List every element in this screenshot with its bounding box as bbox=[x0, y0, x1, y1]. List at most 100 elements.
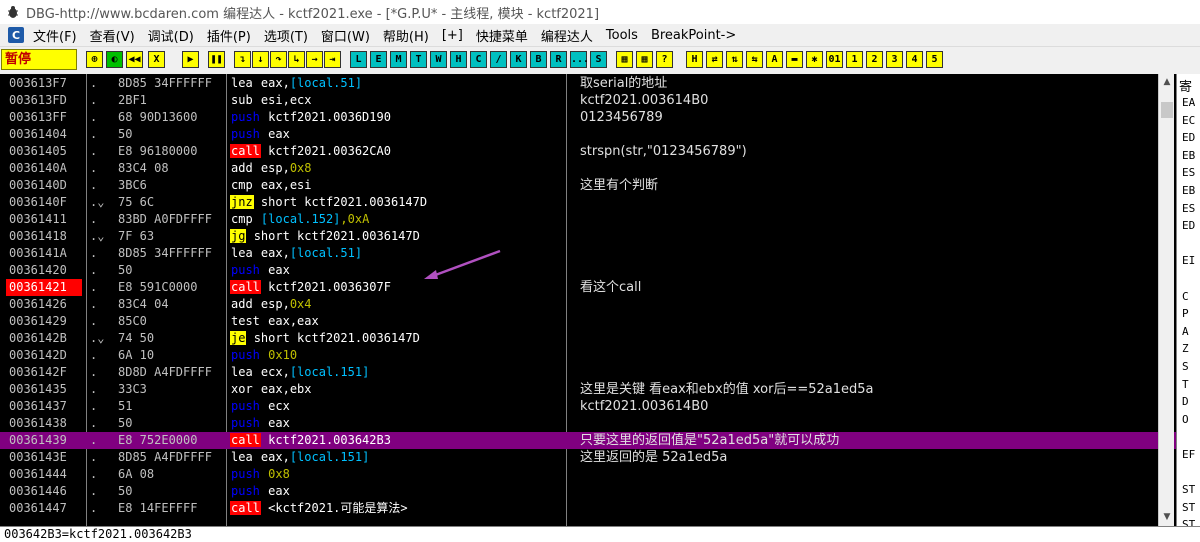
hex-dump-cell[interactable]: 33C3 bbox=[118, 381, 224, 398]
address-cell[interactable]: 00361446 bbox=[6, 483, 82, 500]
disasm-row[interactable]: 00361437. 51 push ecx kctf2021.003614B0 bbox=[0, 398, 1176, 415]
hex-dump-cell[interactable]: 75 6C bbox=[118, 194, 224, 211]
register-label[interactable]: ST bbox=[1182, 501, 1195, 514]
disassembly-cell[interactable]: push eax bbox=[230, 483, 566, 500]
register-label[interactable]: Z bbox=[1182, 342, 1189, 355]
register-label[interactable]: EC bbox=[1182, 114, 1195, 127]
toolbar-button-6[interactable]: ↴ bbox=[234, 51, 251, 68]
disasm-row[interactable]: 00361439. E8 752E0000 call kctf2021.003642… bbox=[0, 432, 1176, 449]
disassembly-cell[interactable]: cmp eax,esi bbox=[230, 177, 566, 194]
disassembly-cell[interactable]: call kctf2021.003642B3 bbox=[230, 432, 566, 449]
comment-cell[interactable]: kctf2021.003614B0 bbox=[580, 92, 1176, 109]
register-label[interactable]: ST bbox=[1182, 483, 1195, 496]
hex-dump-cell[interactable]: 6A 10 bbox=[118, 347, 224, 364]
toolbar-button-11[interactable]: ⇥ bbox=[324, 51, 341, 68]
toolbar-button-40[interactable]: 5 bbox=[926, 51, 943, 68]
toolbar-button-37[interactable]: 2 bbox=[866, 51, 883, 68]
address-cell[interactable]: 00361426 bbox=[6, 296, 82, 313]
disasm-row[interactable]: 00361444. 6A 08 push 0x8 bbox=[0, 466, 1176, 483]
address-cell[interactable]: 00361435 bbox=[6, 381, 82, 398]
menu-help[interactable]: 帮助(H) bbox=[380, 26, 439, 45]
register-label[interactable]: ED bbox=[1182, 219, 1195, 232]
register-label[interactable]: C bbox=[1182, 290, 1189, 303]
register-label[interactable]: EB bbox=[1182, 184, 1195, 197]
disassembly-cell[interactable]: push eax bbox=[230, 262, 566, 279]
address-cell[interactable]: 0036141A bbox=[6, 245, 82, 262]
address-cell[interactable]: 00361444 bbox=[6, 466, 82, 483]
register-label[interactable]: A bbox=[1182, 325, 1189, 338]
disasm-row[interactable]: 00361429. 85C0 test eax,eax bbox=[0, 313, 1176, 330]
toolbar-button-3[interactable]: X bbox=[148, 51, 165, 68]
disasm-row[interactable]: 00361447. E8 14FEFFFF call <kctf2021.可能是算法… bbox=[0, 500, 1176, 517]
hex-dump-cell[interactable]: 50 bbox=[118, 126, 224, 143]
address-cell[interactable]: 003613FD bbox=[6, 92, 82, 109]
disasm-row[interactable]: 0036140A. 83C4 08 add esp,0x8 bbox=[0, 160, 1176, 177]
disasm-row[interactable]: 00361426. 83C4 04 add esp,0x4 bbox=[0, 296, 1176, 313]
disasm-row-partial[interactable] bbox=[0, 517, 1176, 526]
disassembly-cell[interactable]: je short kctf2021.0036147D bbox=[230, 330, 566, 347]
disassembly-cell[interactable]: push kctf2021.0036D190 bbox=[230, 109, 566, 126]
disasm-row[interactable]: 00361418 .⌄ 7F 63 jg short kctf2021.0036147… bbox=[0, 228, 1176, 245]
register-label[interactable]: ED bbox=[1182, 131, 1195, 144]
register-label[interactable]: EF bbox=[1182, 448, 1195, 461]
toolbar-button-7[interactable]: ↓ bbox=[252, 51, 269, 68]
disassembly-cell[interactable]: lea ecx,[local.151] bbox=[230, 364, 566, 381]
comment-cell[interactable]: 只要这里的返回值是"52a1ed5a"就可以成功 bbox=[580, 432, 1176, 449]
toolbar-button-12[interactable]: L bbox=[350, 51, 367, 68]
disasm-row[interactable]: 0036142D. 6A 10 push 0x10 bbox=[0, 347, 1176, 364]
hex-dump-cell[interactable]: 8D8D A4FDFFFF bbox=[118, 364, 224, 381]
toolbar-button-0[interactable]: ⊕ bbox=[86, 51, 103, 68]
disassembly-cell[interactable]: lea eax,[local.151] bbox=[230, 449, 566, 466]
register-label[interactable]: EA bbox=[1182, 96, 1195, 109]
toolbar-button-8[interactable]: ↷ bbox=[270, 51, 287, 68]
disassembly-cell[interactable]: jg short kctf2021.0036147D bbox=[230, 228, 566, 245]
menu-window[interactable]: 窗口(W) bbox=[318, 26, 380, 45]
address-cell[interactable]: 003613F7 bbox=[6, 75, 82, 92]
toolbar-button-1[interactable]: ◐ bbox=[106, 51, 123, 68]
toolbar-button-34[interactable]: ✱ bbox=[806, 51, 823, 68]
address-cell[interactable]: 0036142F bbox=[6, 364, 82, 381]
menu-debug[interactable]: 调试(D) bbox=[145, 26, 204, 45]
vertical-scrollbar[interactable]: ▲ ▼ bbox=[1158, 74, 1174, 526]
address-cell[interactable]: 0036143E bbox=[6, 449, 82, 466]
disasm-row[interactable]: 003613FF. 68 90D13600 push kctf2021.0036D1… bbox=[0, 109, 1176, 126]
disassembly-cell[interactable]: call kctf2021.00362CA0 bbox=[230, 143, 566, 160]
disassembly-cell[interactable]: lea eax,[local.51] bbox=[230, 245, 566, 262]
disasm-row[interactable]: 00361411. 83BD A0FDFFFF cmp [local.152],0x… bbox=[0, 211, 1176, 228]
toolbar-button-38[interactable]: 3 bbox=[886, 51, 903, 68]
toolbar-button-18[interactable]: C bbox=[470, 51, 487, 68]
toolbar-button-25[interactable]: ▦ bbox=[616, 51, 633, 68]
toolbar-button-28[interactable]: H bbox=[686, 51, 703, 68]
address-cell[interactable]: 003613FF bbox=[6, 109, 82, 126]
disassembly-cell[interactable]: xor eax,ebx bbox=[230, 381, 566, 398]
menu-bcdaren[interactable]: 编程达人 bbox=[538, 26, 603, 45]
toolbar-button-14[interactable]: M bbox=[390, 51, 407, 68]
register-label[interactable]: EI bbox=[1182, 254, 1195, 267]
toolbar-button-23[interactable]: ... bbox=[570, 51, 589, 68]
hex-dump-cell[interactable]: 8D85 34FFFFFF bbox=[118, 75, 224, 92]
cpu-disassembly-pane[interactable]: 003613F7. 8D85 34FFFFFF lea eax,[local.51]… bbox=[0, 74, 1176, 526]
address-cell[interactable]: 00361429 bbox=[6, 313, 82, 330]
register-label[interactable]: ST bbox=[1182, 518, 1195, 526]
menu-tools[interactable]: Tools bbox=[603, 28, 648, 43]
address-cell[interactable]: 0036142B bbox=[6, 330, 82, 347]
comment-cell[interactable]: 这里是关键 看eax和ebx的值 xor后==52a1ed5a bbox=[580, 381, 1176, 398]
hex-dump-cell[interactable]: 74 50 bbox=[118, 330, 224, 347]
hex-dump-cell[interactable]: E8 591C0000 bbox=[118, 279, 224, 296]
toolbar-button-27[interactable]: ? bbox=[656, 51, 673, 68]
disassembly-cell[interactable]: lea eax,[local.51] bbox=[230, 75, 566, 92]
address-cell[interactable]: 00361439 bbox=[6, 432, 82, 449]
toolbar-button-16[interactable]: W bbox=[430, 51, 447, 68]
address-cell[interactable]: 00361437 bbox=[6, 398, 82, 415]
register-label[interactable]: S bbox=[1182, 360, 1189, 373]
register-label[interactable]: O bbox=[1182, 413, 1189, 426]
scroll-up-icon[interactable]: ▲ bbox=[1162, 77, 1172, 87]
address-cell[interactable]: 00361447 bbox=[6, 500, 82, 517]
hex-dump-cell[interactable]: 8D85 34FFFFFF bbox=[118, 245, 224, 262]
address-cell[interactable]: 00361421 bbox=[6, 279, 82, 296]
hex-dump-cell[interactable]: 50 bbox=[118, 262, 224, 279]
disassembly-cell[interactable]: sub esi,ecx bbox=[230, 92, 566, 109]
toolbar-button-2[interactable]: ◀◀ bbox=[126, 51, 143, 68]
comment-cell[interactable]: 看这个call bbox=[580, 279, 1176, 296]
disassembly-cell[interactable]: jnz short kctf2021.0036147D bbox=[230, 194, 566, 211]
